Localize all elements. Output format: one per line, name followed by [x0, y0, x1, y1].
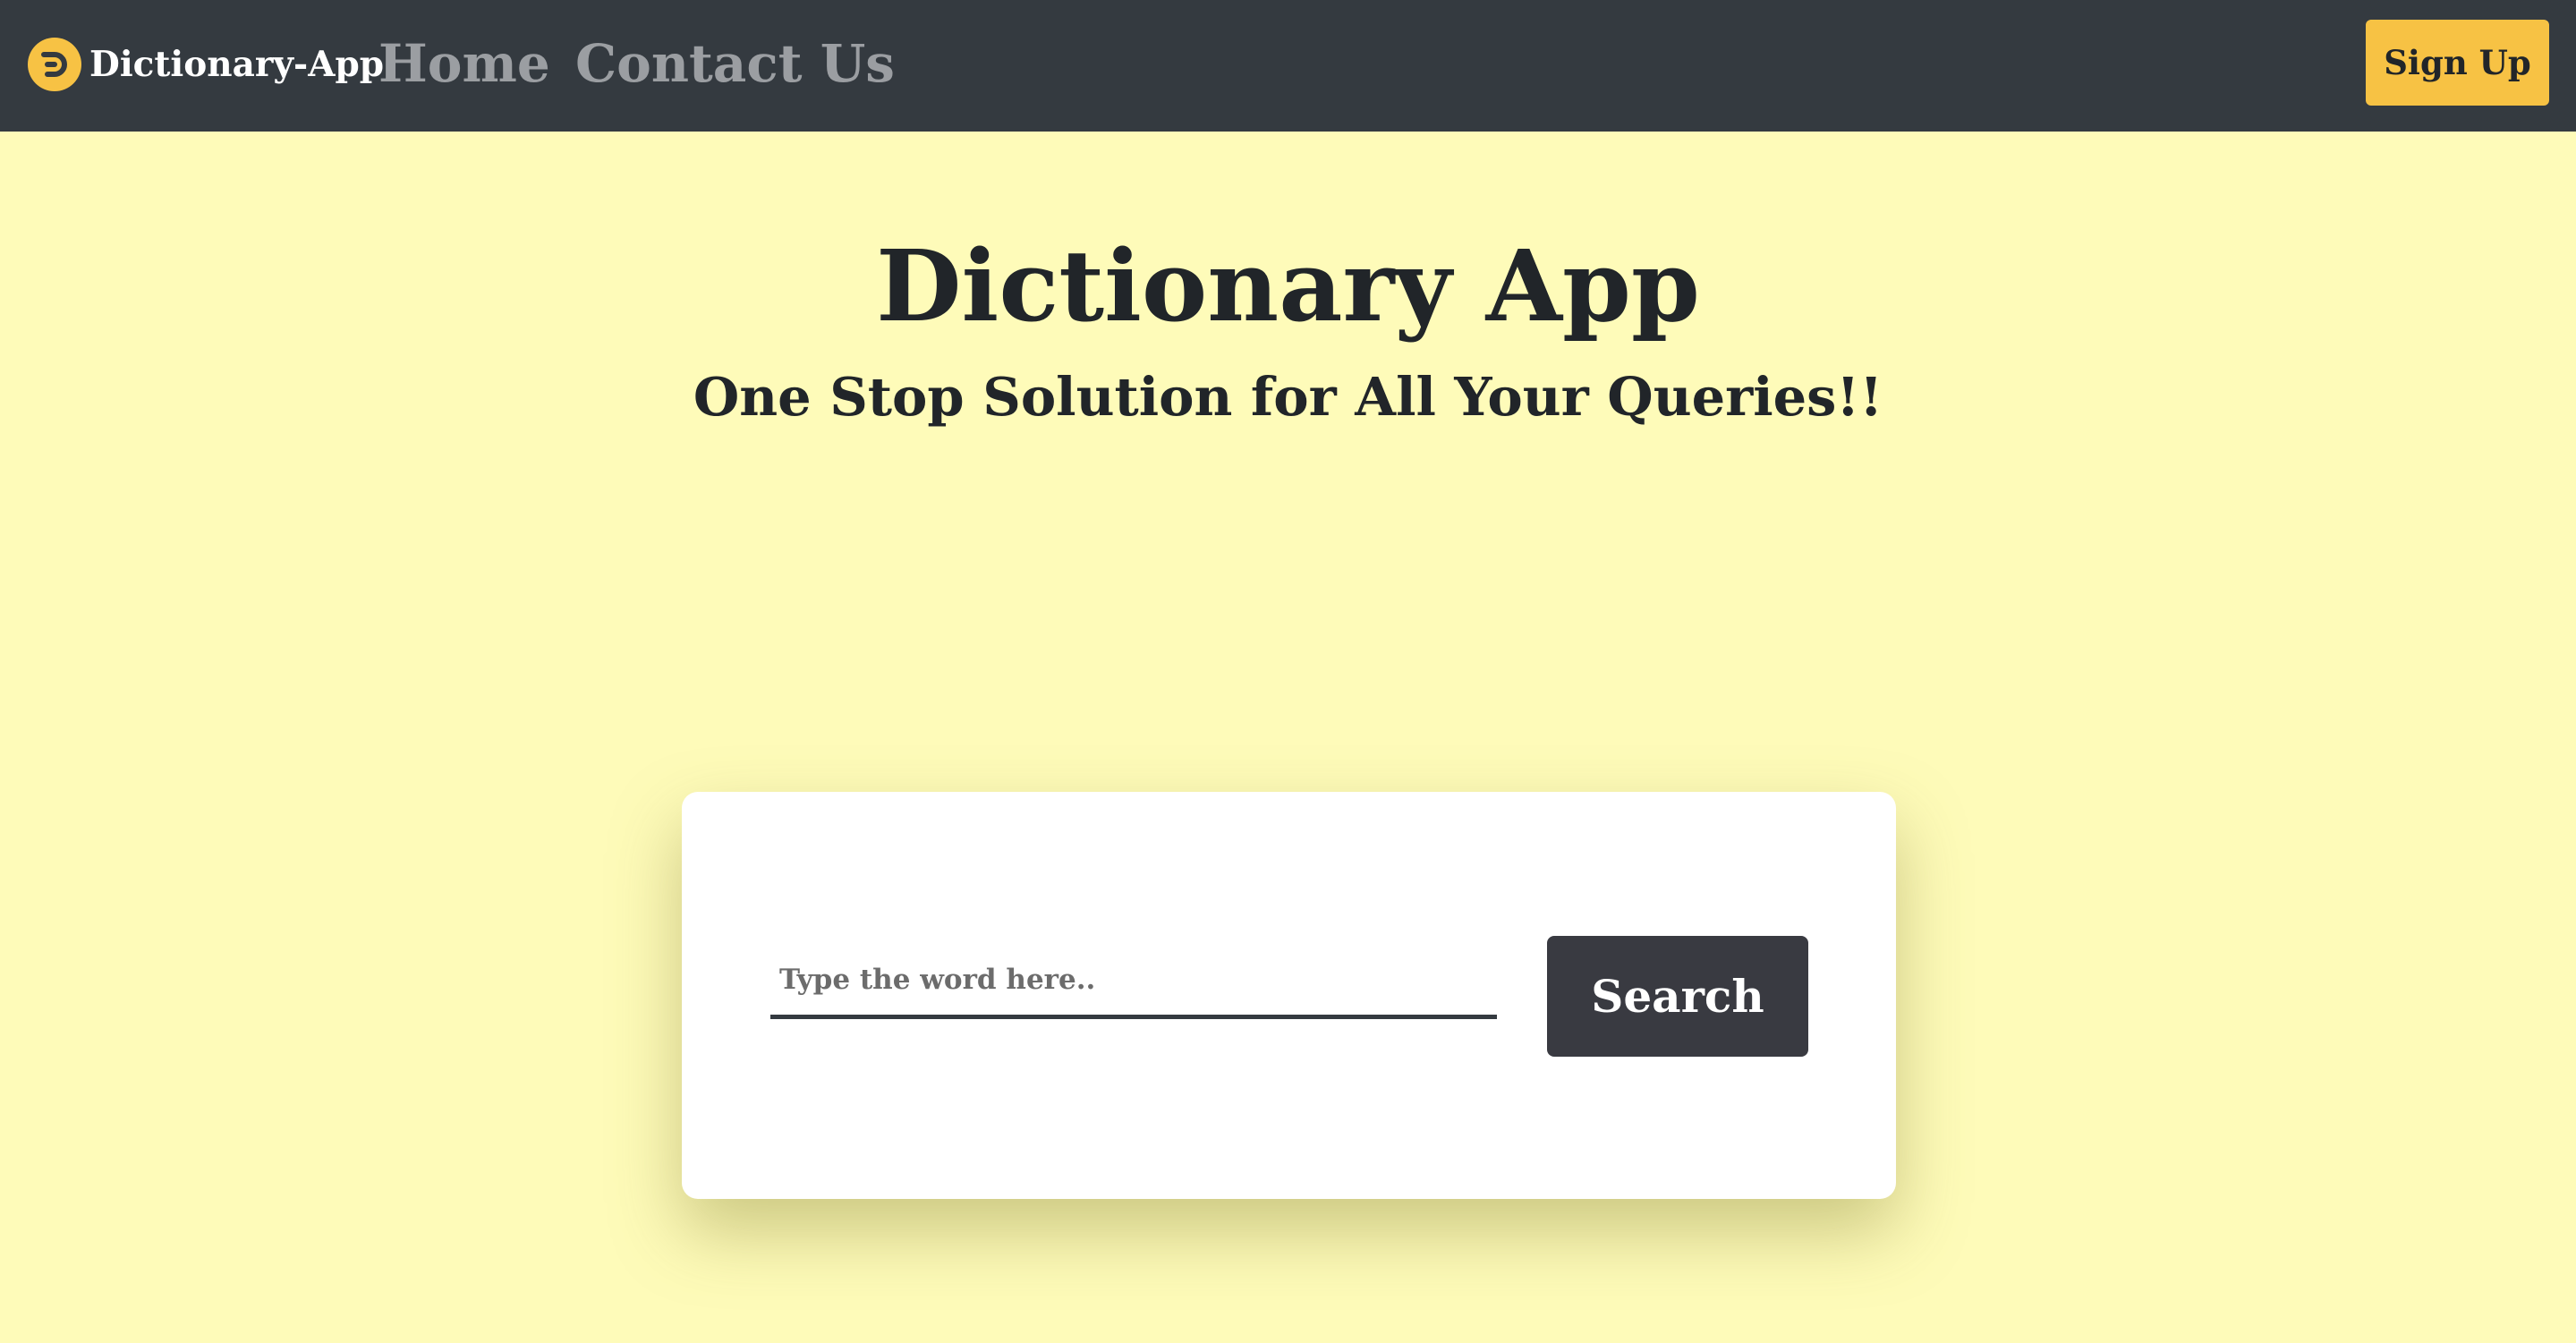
- search-card: Search: [682, 792, 1896, 1199]
- page-subtitle: One Stop Solution for All Your Queries!!: [693, 366, 1883, 428]
- brand-link[interactable]: Dictionary-App: [27, 36, 384, 93]
- search-button[interactable]: Search: [1547, 936, 1808, 1057]
- sign-up-button[interactable]: Sign Up: [2366, 20, 2549, 106]
- page-title: Dictionary App: [876, 228, 1700, 344]
- brand-name: Dictionary-App: [89, 44, 385, 85]
- nav-contact-link[interactable]: Contact Us: [575, 32, 895, 95]
- dictionary-logo-icon: [28, 38, 81, 91]
- nav-home-link[interactable]: Home: [378, 32, 550, 95]
- search-input[interactable]: [770, 944, 1497, 1019]
- navbar: Dictionary-App Home Contact Us Sign Up: [0, 0, 2576, 132]
